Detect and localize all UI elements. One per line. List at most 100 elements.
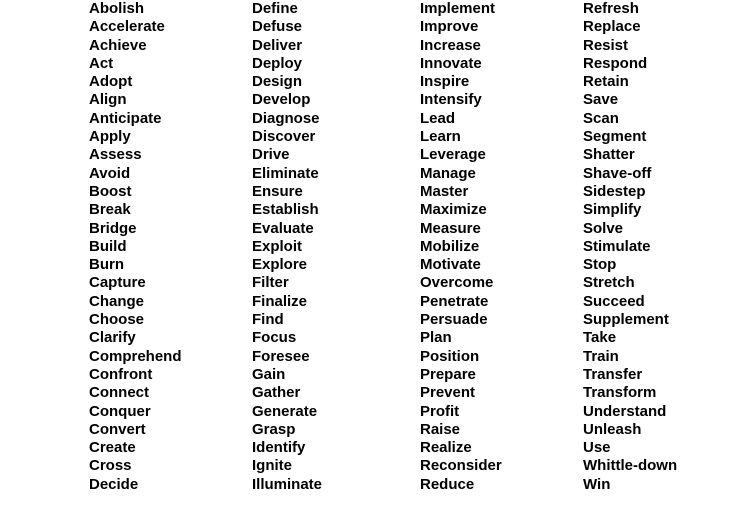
verb-item: Innovate — [420, 54, 482, 72]
verb-item: Bridge — [89, 219, 137, 237]
verb-item: Profit — [420, 402, 460, 420]
verb-item: Respond — [583, 54, 648, 72]
verb-item: Use — [583, 439, 611, 457]
verb-item: Establish — [252, 201, 319, 219]
verb-item: Develop — [252, 91, 311, 109]
verb-item: Act — [89, 54, 114, 72]
verb-item: Understand — [583, 402, 667, 420]
verb-item: Connect — [89, 384, 149, 402]
verb-item: Take — [583, 329, 617, 347]
verb-item: Overcome — [420, 274, 494, 292]
verb-item: Build — [89, 237, 127, 255]
verb-item: Define — [252, 0, 298, 17]
verb-item: Defuse — [252, 18, 303, 36]
verb-item: Abolish — [89, 0, 144, 17]
verb-item: Implement — [420, 0, 496, 17]
verb-item: Boost — [89, 182, 132, 200]
verb-item: Evaluate — [252, 219, 314, 237]
verb-item: Train — [583, 347, 619, 365]
verb-item: Refresh — [583, 0, 639, 17]
verb-item: Avoid — [89, 164, 131, 182]
verb-item: Plan — [420, 329, 452, 347]
verb-item: Measure — [420, 219, 481, 237]
verb-item: Exploit — [252, 237, 303, 255]
verb-item: Identify — [252, 439, 306, 457]
verb-item: Whittle-down — [583, 457, 678, 475]
verb-item: Discover — [252, 128, 316, 146]
verb-item: Learn — [420, 128, 461, 146]
verb-item: Reduce — [420, 475, 475, 493]
verb-item: Generate — [252, 402, 318, 420]
verb-item: Prevent — [420, 384, 476, 402]
verb-item: Finalize — [252, 292, 308, 310]
verb-item: Gather — [252, 384, 301, 402]
verb-item: Apply — [89, 128, 131, 146]
verb-item: Scan — [583, 109, 619, 127]
verb-item: Align — [89, 91, 127, 109]
verb-item: Segment — [583, 128, 647, 146]
verb-item: Burn — [89, 256, 124, 274]
verb-item: Break — [89, 201, 131, 219]
verb-item: Diagnose — [252, 109, 320, 127]
verb-item: Transfer — [583, 365, 643, 383]
verb-item: Improve — [420, 18, 479, 36]
verb-item: Increase — [420, 36, 481, 54]
verb-column-3: Implement Improve Increase Innovate Insp… — [420, 0, 580, 494]
verb-item: Achieve — [89, 36, 147, 54]
verb-item: Realize — [420, 439, 472, 457]
verb-item: Drive — [252, 146, 290, 164]
verb-item: Supplement — [583, 311, 669, 329]
verb-item: Cross — [89, 457, 132, 475]
verb-item: Lead — [420, 109, 456, 127]
verb-item: Replace — [583, 18, 641, 36]
verb-item: Assess — [89, 146, 142, 164]
verb-column-2: Define Defuse Deliver Deploy Design Deve… — [252, 0, 417, 494]
verb-item: Deploy — [252, 54, 303, 72]
verb-item: Anticipate — [89, 109, 162, 127]
verb-item: Leverage — [420, 146, 486, 164]
verb-item: Simplify — [583, 201, 642, 219]
verb-item: Change — [89, 292, 145, 310]
verb-item: Gain — [252, 365, 286, 383]
verb-item: Stop — [583, 256, 617, 274]
verb-item: Convert — [89, 420, 146, 438]
verb-item: Grasp — [252, 420, 296, 438]
verb-item: Master — [420, 182, 469, 200]
verb-item: Unleash — [583, 420, 642, 438]
verb-item: Capture — [89, 274, 146, 292]
verb-item: Clarify — [89, 329, 136, 347]
verb-column-4: Refresh Replace Resist Respond Retain Sa… — [583, 0, 741, 494]
verb-item: Create — [89, 439, 136, 457]
verb-item: Sidestep — [583, 182, 646, 200]
verb-item: Confront — [89, 365, 153, 383]
verb-item: Resist — [583, 36, 629, 54]
verb-item: Motivate — [420, 256, 481, 274]
verb-item: Shave-off — [583, 164, 652, 182]
verb-item: Shatter — [583, 146, 635, 164]
verb-item: Raise — [420, 420, 461, 438]
verb-item: Solve — [583, 219, 624, 237]
verb-item: Ignite — [252, 457, 292, 475]
verb-item: Design — [252, 73, 303, 91]
verb-item: Reconsider — [420, 457, 502, 475]
verb-item: Maximize — [420, 201, 487, 219]
verb-item: Intensify — [420, 91, 482, 109]
verb-item: Transform — [583, 384, 657, 402]
verb-item: Mobilize — [420, 237, 480, 255]
verb-item: Win — [583, 475, 611, 493]
verb-item: Adopt — [89, 73, 133, 91]
verb-item: Accelerate — [89, 18, 165, 36]
verb-item: Focus — [252, 329, 297, 347]
verb-item: Position — [420, 347, 480, 365]
verb-item: Choose — [89, 311, 145, 329]
verb-item: Stretch — [583, 274, 635, 292]
verb-item: Penetrate — [420, 292, 489, 310]
verb-item: Save — [583, 91, 619, 109]
verb-list-sheet: Abolish Accelerate Achieve Act Adopt Ali… — [0, 0, 741, 526]
verb-item: Persuade — [420, 311, 488, 329]
verb-item: Manage — [420, 164, 476, 182]
verb-item: Conquer — [89, 402, 151, 420]
verb-item: Succeed — [583, 292, 645, 310]
verb-item: Decide — [89, 475, 139, 493]
verb-item: Filter — [252, 274, 289, 292]
